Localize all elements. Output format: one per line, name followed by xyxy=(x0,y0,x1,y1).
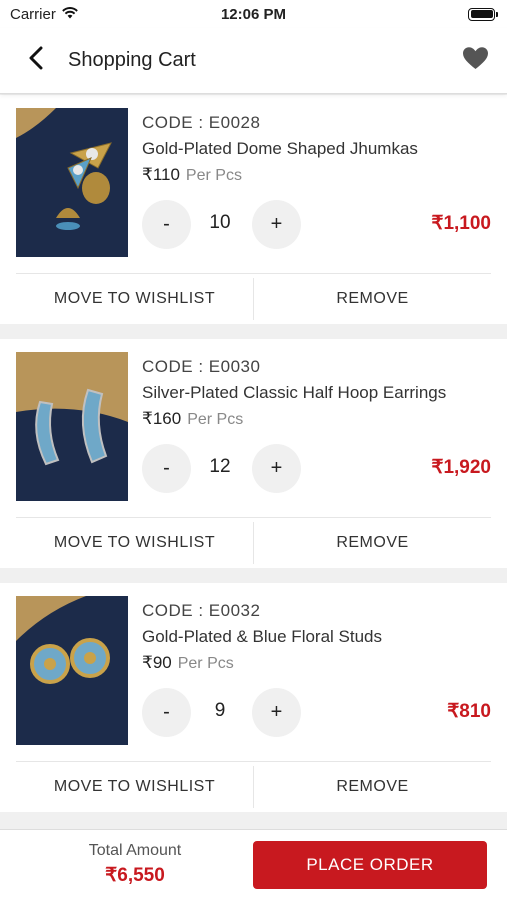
product-image[interactable] xyxy=(16,108,128,257)
cart-footer: Total Amount ₹6,550 PLACE ORDER xyxy=(0,829,507,900)
line-total: ₹1,920 xyxy=(431,457,491,478)
quantity-value: 10 xyxy=(209,212,231,233)
wifi-icon xyxy=(62,6,78,23)
item-actions: MOVE TO WISHLIST REMOVE xyxy=(16,517,491,568)
remove-button[interactable]: REMOVE xyxy=(254,518,491,568)
quantity-value: 12 xyxy=(209,456,231,477)
product-image[interactable] xyxy=(16,352,128,501)
page-title: Shopping Cart xyxy=(68,49,196,71)
product-price: ₹90 Per Pcs xyxy=(142,653,234,673)
remove-button[interactable]: REMOVE xyxy=(254,274,491,324)
unit-label: Per Pcs xyxy=(187,411,244,428)
total-label: Total Amount xyxy=(88,842,182,859)
increase-quantity-button[interactable]: + xyxy=(252,688,301,737)
move-to-wishlist-button[interactable]: MOVE TO WISHLIST xyxy=(16,274,253,324)
total-block: Total Amount ₹6,550 xyxy=(60,842,210,887)
chevron-left-icon xyxy=(29,46,43,75)
product-code: CODE : E0030 xyxy=(142,357,261,376)
unit-price: ₹90 xyxy=(142,653,172,672)
total-value: ₹6,550 xyxy=(105,865,165,886)
product-price: ₹110 Per Pcs xyxy=(142,165,242,185)
product-code: CODE : E0032 xyxy=(142,601,261,620)
increase-quantity-button[interactable]: + xyxy=(252,444,301,493)
heart-icon xyxy=(462,46,489,75)
move-to-wishlist-button[interactable]: MOVE TO WISHLIST xyxy=(16,762,253,812)
cart-item: CODE : E0030 Silver-Plated Classic Half … xyxy=(0,339,507,568)
product-name[interactable]: Gold-Plated & Blue Floral Studs xyxy=(142,627,382,647)
unit-price: ₹110 xyxy=(142,165,180,184)
wishlist-button[interactable] xyxy=(457,42,493,78)
place-order-button[interactable]: PLACE ORDER xyxy=(253,841,487,889)
increase-quantity-button[interactable]: + xyxy=(252,200,301,249)
product-price: ₹160 Per Pcs xyxy=(142,409,243,429)
product-code: CODE : E0028 xyxy=(142,113,261,132)
item-actions: MOVE TO WISHLIST REMOVE xyxy=(16,273,491,324)
move-to-wishlist-button[interactable]: MOVE TO WISHLIST xyxy=(16,518,253,568)
unit-label: Per Pcs xyxy=(185,167,242,184)
cart-list: CODE : E0028 Gold-Plated Dome Shaped Jhu… xyxy=(0,95,507,827)
line-total: ₹1,100 xyxy=(431,213,491,234)
nav-bar: Shopping Cart xyxy=(0,28,507,94)
product-name[interactable]: Gold-Plated Dome Shaped Jhumkas xyxy=(142,139,418,159)
product-image[interactable] xyxy=(16,596,128,745)
cart-item: CODE : E0032 Gold-Plated & Blue Floral S… xyxy=(0,583,507,812)
product-name[interactable]: Silver-Plated Classic Half Hoop Earrings xyxy=(142,383,446,403)
status-bar: Carrier 12:06 PM xyxy=(0,0,507,28)
carrier-label: Carrier xyxy=(10,5,56,23)
battery-icon xyxy=(468,7,498,21)
remove-button[interactable]: REMOVE xyxy=(254,762,491,812)
unit-price: ₹160 xyxy=(142,409,182,428)
cart-item: CODE : E0028 Gold-Plated Dome Shaped Jhu… xyxy=(0,95,507,324)
status-left: Carrier xyxy=(10,6,78,23)
item-actions: MOVE TO WISHLIST REMOVE xyxy=(16,761,491,812)
decrease-quantity-button[interactable]: - xyxy=(142,444,191,493)
line-total: ₹810 xyxy=(447,701,491,722)
unit-label: Per Pcs xyxy=(177,655,234,672)
decrease-quantity-button[interactable]: - xyxy=(142,200,191,249)
quantity-value: 9 xyxy=(214,700,226,721)
back-button[interactable] xyxy=(16,41,56,81)
decrease-quantity-button[interactable]: - xyxy=(142,688,191,737)
